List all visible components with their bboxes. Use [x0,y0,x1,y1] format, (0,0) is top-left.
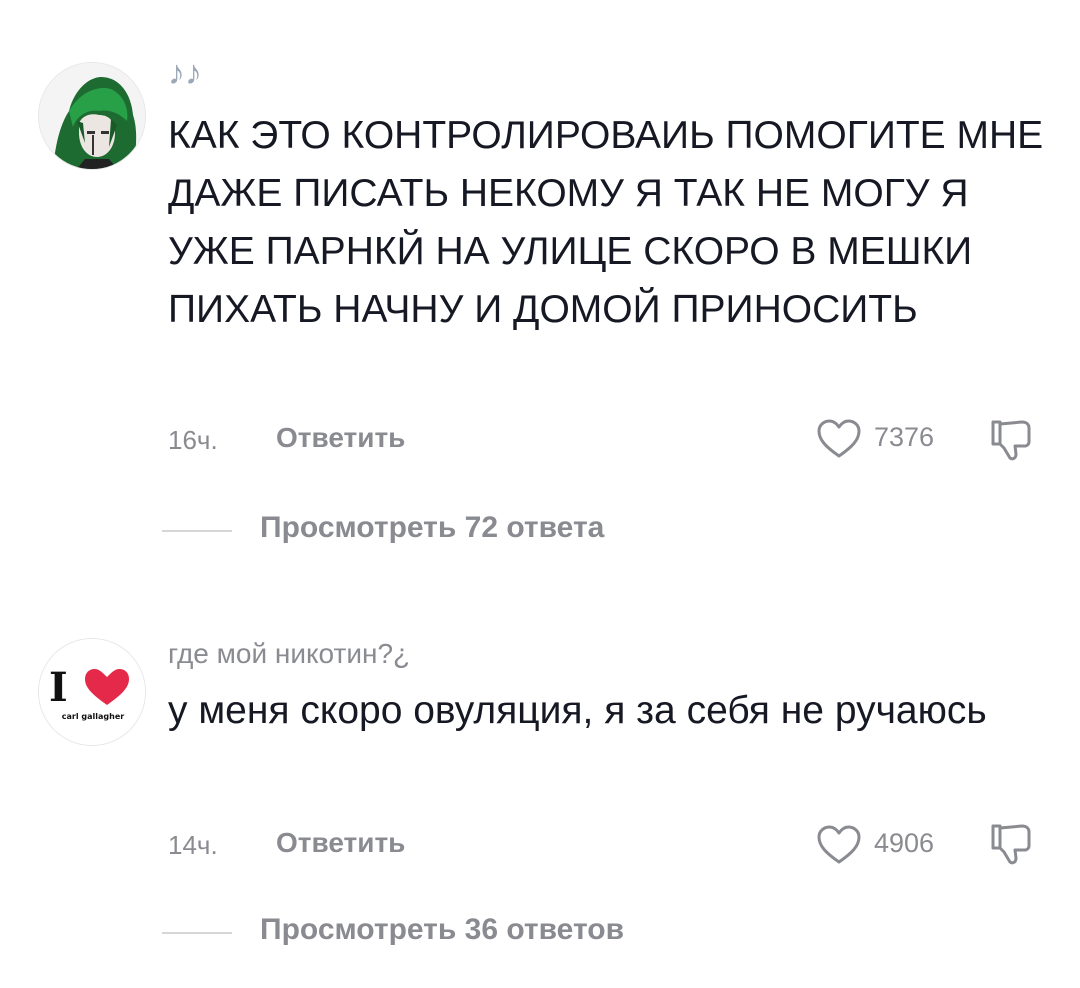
like-button[interactable]: 4906 [816,822,966,866]
comment-text: у меня скоро овуляция, я за себя не руча… [168,689,987,732]
view-replies-button[interactable]: Просмотреть 36 ответов [162,913,862,953]
comment-1: ♪♪ КАК ЭТО КОНТРОЛИРОВАИЬ ПОМОГИТЕ МНЕ Д… [0,0,1080,560]
thumbs-down-icon [991,420,1031,461]
view-replies-label: Просмотреть 72 ответа [260,511,605,544]
i-love-carl-gallagher-avatar-icon: I carl gallagher [39,639,145,745]
comment-username[interactable]: ♪♪ [168,54,202,93]
view-replies-button[interactable]: Просмотреть 72 ответа [162,511,862,551]
dislike-button[interactable] [988,822,1036,866]
avatar-caption: carl gallagher [62,712,124,721]
avatar-1[interactable] [38,62,146,170]
replies-divider [162,932,232,934]
heart-icon [817,825,861,864]
like-button[interactable]: 7376 [816,416,966,460]
dislike-button[interactable] [988,418,1036,462]
comment-timestamp: 14ч. [168,830,218,860]
comment-2: I carl gallagher где мой никотин?¿ у мен… [0,600,1080,988]
green-haired-character-avatar-icon [39,63,145,169]
replies-divider [162,530,232,532]
reply-button[interactable]: Ответить [276,827,405,859]
reply-button[interactable]: Ответить [276,422,405,454]
comment-timestamp: 16ч. [168,425,218,455]
comment-username[interactable]: где мой никотин?¿ [168,638,410,670]
avatar-2[interactable]: I carl gallagher [38,638,146,746]
view-replies-label: Просмотреть 36 ответов [260,913,625,946]
avatar-letter: I [49,664,68,711]
like-count: 7376 [874,422,935,452]
like-count: 4906 [874,828,935,858]
thumbs-down-icon [991,824,1031,865]
comment-text: КАК ЭТО КОНТРОЛИРОВАИЬ ПОМОГИТЕ МНЕ ДАЖЕ… [168,114,1044,331]
heart-icon [817,419,861,458]
